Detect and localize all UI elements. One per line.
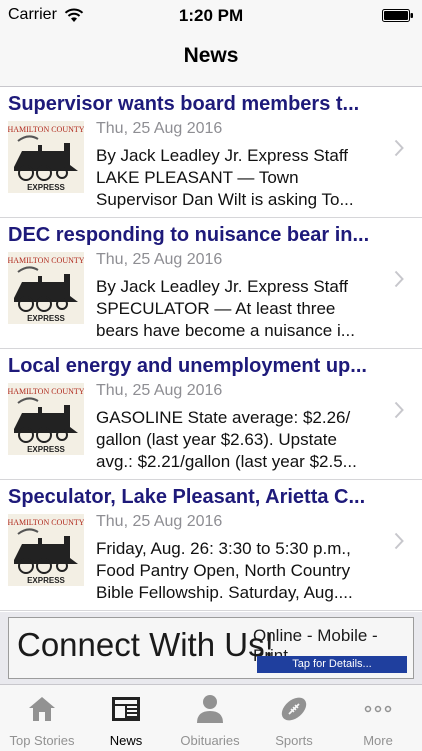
tab-label: News: [109, 733, 143, 748]
ad-details-button[interactable]: Tap for Details...: [257, 656, 407, 673]
article-title: DEC responding to nuisance bear in...: [8, 224, 370, 246]
article-excerpt: GASOLINE State average: $2.26/ gallon (l…: [96, 407, 386, 473]
svg-text:EXPRESS: EXPRESS: [27, 314, 65, 323]
tab-label: Top Stories: [9, 733, 75, 748]
tab-bar: Top Stories News Obituaries Sports More: [0, 684, 422, 751]
football-icon: [281, 697, 307, 721]
clock: 1:20 PM: [178, 6, 244, 25]
excerpt-line: By Jack Leadley Jr. Express Staff: [96, 277, 348, 296]
battery-icon: [382, 9, 413, 22]
article-excerpt: By Jack Leadley Jr. Express Staff SPECUL…: [96, 276, 386, 342]
house-icon: [29, 697, 55, 721]
svg-text:EXPRESS: EXPRESS: [27, 576, 65, 585]
excerpt-line: gallon (last year $2.63). Upstate: [96, 430, 337, 449]
excerpt-line: SPECULATOR — At least three: [96, 299, 336, 318]
ad-banner[interactable]: Connect With Us! Online - Mobile - Print…: [0, 612, 422, 684]
status-bar: Carrier 1:20 PM: [0, 0, 422, 30]
article-excerpt: Friday, Aug. 26: 3:30 to 5:30 p.m., Food…: [96, 538, 386, 604]
newspaper-logo-thumbnail: HAMILTON COUNTY EXPRESS: [8, 383, 84, 455]
newspaper-logo-thumbnail: HAMILTON COUNTY EXPRESS: [8, 252, 84, 324]
article-title: Speculator, Lake Pleasant, Arietta C...: [8, 486, 366, 508]
excerpt-line: Friday, Aug. 26: 3:30 to 5:30 p.m.,: [96, 539, 351, 558]
more-dots-icon: [364, 705, 392, 713]
tab-label: Sports: [275, 733, 313, 748]
news-list-item[interactable]: Supervisor wants board members t... HAMI…: [0, 87, 422, 218]
article-date: Thu, 25 Aug 2016: [96, 120, 223, 137]
chevron-right-icon: [394, 532, 404, 550]
chevron-right-icon: [394, 139, 404, 157]
svg-text:HAMILTON COUNTY: HAMILTON COUNTY: [8, 125, 84, 134]
excerpt-line: GASOLINE State average: $2.26/: [96, 408, 351, 427]
svg-text:HAMILTON COUNTY: HAMILTON COUNTY: [8, 256, 84, 265]
svg-text:EXPRESS: EXPRESS: [27, 183, 65, 192]
excerpt-line: By Jack Leadley Jr. Express Staff: [96, 146, 348, 165]
excerpt-line: Bible Fellowship. Saturday, Aug....: [96, 583, 353, 602]
excerpt-line: Supervisor Dan Wilt is asking To...: [96, 190, 354, 209]
tab-label: Obituaries: [180, 733, 240, 748]
article-excerpt: By Jack Leadley Jr. Express Staff LAKE P…: [96, 145, 386, 211]
navigation-bar: News: [0, 30, 422, 87]
article-date: Thu, 25 Aug 2016: [96, 382, 223, 399]
svg-text:HAMILTON COUNTY: HAMILTON COUNTY: [8, 518, 84, 527]
tab-more[interactable]: More: [336, 685, 420, 751]
ad-headline: Connect With Us!: [17, 626, 274, 663]
svg-text:EXPRESS: EXPRESS: [27, 445, 65, 454]
tab-sports[interactable]: Sports: [252, 685, 336, 751]
tab-label: More: [363, 733, 393, 748]
news-list-item[interactable]: DEC responding to nuisance bear in... HA…: [0, 218, 422, 349]
tab-obituaries[interactable]: Obituaries: [168, 685, 252, 751]
tab-news[interactable]: News: [84, 685, 168, 751]
svg-text:HAMILTON COUNTY: HAMILTON COUNTY: [8, 387, 84, 396]
tab-top-stories[interactable]: Top Stories: [0, 685, 84, 751]
excerpt-line: bears have become a nuisance i...: [96, 321, 355, 340]
chevron-right-icon: [394, 270, 404, 288]
excerpt-line: LAKE PLEASANT — Town: [96, 168, 299, 187]
news-list-item[interactable]: Local energy and unemployment up... HAMI…: [0, 349, 422, 480]
article-title: Supervisor wants board members t...: [8, 93, 360, 115]
excerpt-line: avg.: $2.21/gallon (last year $2.5...: [96, 452, 357, 471]
article-title: Local energy and unemployment up...: [8, 355, 367, 377]
chevron-right-icon: [394, 401, 404, 419]
news-list-item[interactable]: Speculator, Lake Pleasant, Arietta C... …: [0, 480, 422, 611]
person-icon: [197, 695, 223, 723]
article-date: Thu, 25 Aug 2016: [96, 513, 223, 530]
newspaper-icon: [112, 697, 140, 721]
newspaper-logo-thumbnail: HAMILTON COUNTY EXPRESS: [8, 121, 84, 193]
excerpt-line: Food Pantry Open, North Country: [96, 561, 351, 580]
ad-panel[interactable]: Connect With Us! Online - Mobile - Print…: [8, 617, 414, 679]
page-title: News: [183, 44, 239, 67]
news-list[interactable]: Supervisor wants board members t... HAMI…: [0, 87, 422, 612]
article-date: Thu, 25 Aug 2016: [96, 251, 223, 268]
newspaper-logo-thumbnail: HAMILTON COUNTY EXPRESS: [8, 514, 84, 586]
